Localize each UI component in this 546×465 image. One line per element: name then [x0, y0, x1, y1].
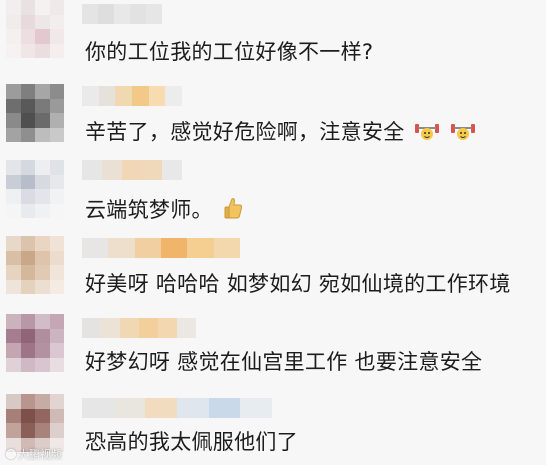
- avatar[interactable]: [6, 314, 64, 372]
- comment-text-content: 云端筑梦师。: [85, 198, 213, 222]
- comment-text-content: 恐高的我太佩服他们了: [85, 430, 298, 454]
- username-blurred[interactable]: [82, 398, 272, 418]
- avatar[interactable]: [6, 0, 64, 58]
- watermark: 大鹏视频: [6, 446, 62, 462]
- watermark-logo-icon: [6, 449, 16, 459]
- comment-text: 你的工位我的工位好像不一样?: [85, 36, 373, 66]
- avatar[interactable]: [6, 394, 64, 452]
- weightlifter-emoji: [414, 120, 440, 147]
- comment-feed: 你的工位我的工位好像不一样? 辛苦了，感觉好危险啊，注意安全 云端筑梦师。 好美…: [0, 0, 546, 465]
- comment-text: 好梦幻呀 感觉在仙宫里工作 也要注意安全: [85, 346, 482, 376]
- username-blurred[interactable]: [82, 4, 162, 24]
- comment-text-content: 好美呀 哈哈哈 如梦如幻 宛如仙境的工作环境: [85, 272, 511, 296]
- watermark-text: 大鹏视频: [18, 448, 62, 461]
- avatar[interactable]: [6, 236, 64, 294]
- comment-text: 云端筑梦师。: [85, 194, 243, 226]
- username-blurred[interactable]: [82, 238, 240, 258]
- username-blurred[interactable]: [82, 160, 182, 180]
- username-blurred[interactable]: [82, 86, 182, 106]
- comment-text-content: 好梦幻呀 感觉在仙宫里工作 也要注意安全: [85, 350, 483, 374]
- username-blurred[interactable]: [82, 318, 196, 338]
- weightlifter-emoji: [450, 120, 476, 147]
- comment-text: 恐高的我太佩服他们了: [85, 426, 298, 456]
- avatar[interactable]: [6, 160, 64, 218]
- comment-text-content: 你的工位我的工位好像不一样?: [85, 40, 374, 64]
- comment-text: 辛苦了，感觉好危险啊，注意安全: [85, 116, 476, 147]
- comment-text-content: 辛苦了，感觉好危险啊，注意安全: [85, 120, 405, 144]
- comment-text: 好美呀 哈哈哈 如梦如幻 宛如仙境的工作环境: [85, 268, 511, 298]
- avatar[interactable]: [6, 84, 64, 142]
- thumbs-up-emoji: [223, 197, 243, 226]
